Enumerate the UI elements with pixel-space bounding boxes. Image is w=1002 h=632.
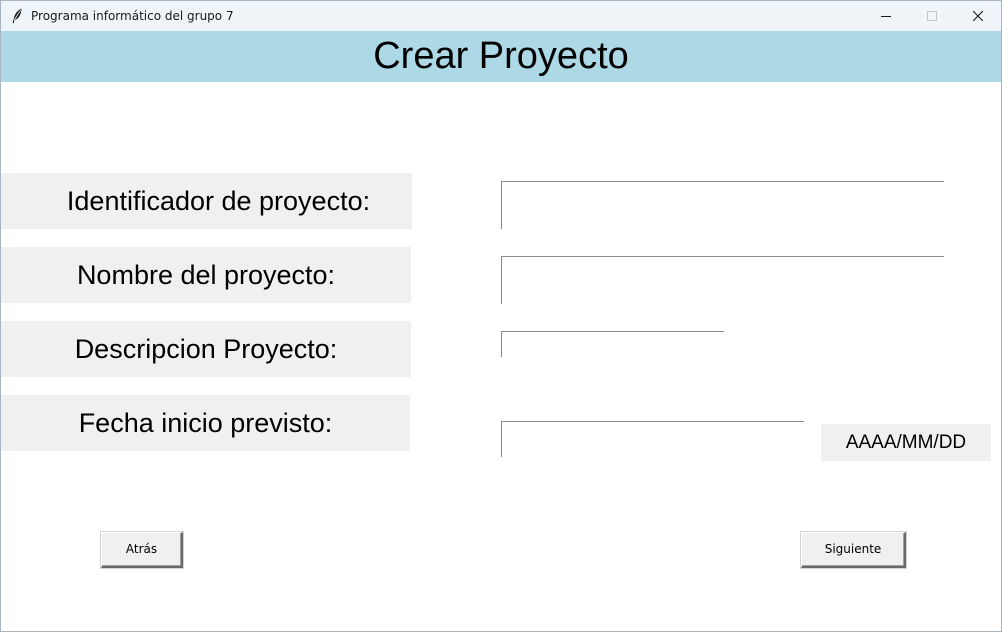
- minimize-button[interactable]: [863, 1, 909, 31]
- title-bar[interactable]: Programa informático del grupo 7: [1, 1, 1001, 31]
- maximize-icon: [927, 11, 937, 21]
- date-format-hint: AAAA/MM/DD: [821, 424, 991, 461]
- feather-icon: [10, 8, 24, 24]
- close-button[interactable]: [955, 1, 1001, 31]
- back-button[interactable]: Atrás: [101, 532, 183, 568]
- project-name-label: Nombre del proyecto:: [1, 247, 411, 303]
- close-icon: [973, 11, 983, 21]
- project-id-input[interactable]: [501, 181, 944, 229]
- minimize-icon: [881, 16, 891, 17]
- project-id-label: Identificador de proyecto:: [1, 173, 412, 229]
- page-title: Crear Proyecto: [373, 35, 629, 77]
- window-title: Programa informático del grupo 7: [31, 9, 234, 23]
- start-date-label: Fecha inicio previsto:: [1, 395, 410, 451]
- header-banner: Crear Proyecto: [1, 31, 1001, 82]
- project-name-input[interactable]: [501, 256, 944, 304]
- next-button[interactable]: Siguiente: [801, 532, 906, 568]
- app-window: Programa informático del grupo 7 Crear P…: [0, 0, 1002, 632]
- start-date-input[interactable]: [501, 421, 804, 457]
- project-description-input[interactable]: [501, 331, 724, 357]
- maximize-button[interactable]: [909, 1, 955, 31]
- project-description-label: Descripcion Proyecto:: [1, 321, 411, 377]
